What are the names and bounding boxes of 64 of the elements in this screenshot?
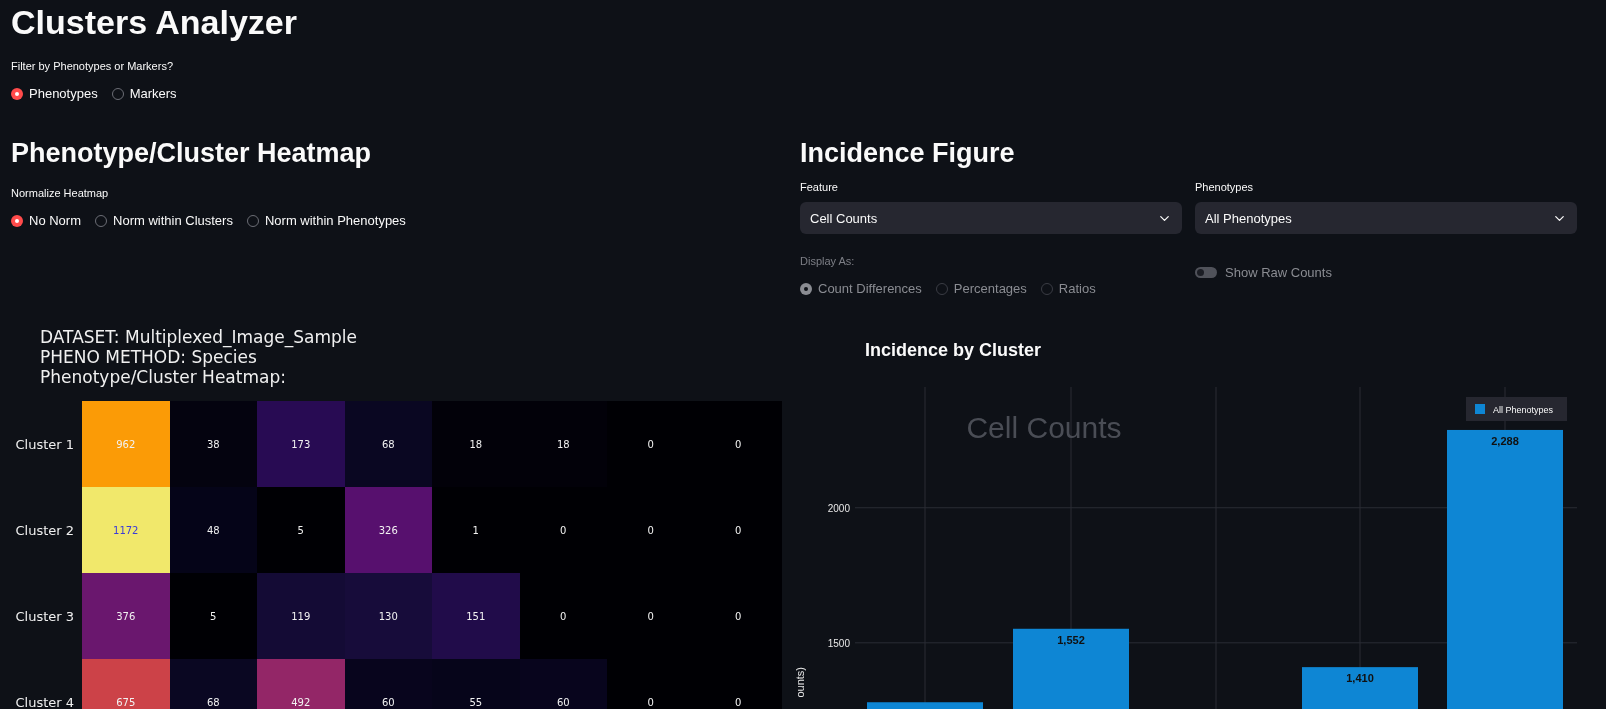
section-heading: Incidence Figure bbox=[800, 137, 1016, 170]
heatmap-cell: 60 bbox=[519, 659, 607, 709]
toggle-label: Show Raw Counts bbox=[1225, 265, 1332, 280]
row-label: Cluster 1 bbox=[15, 436, 75, 452]
heatmap-cell: 376 bbox=[82, 573, 170, 659]
row-label: Cluster 3 bbox=[15, 608, 75, 624]
heatmap-cell: 675 bbox=[82, 659, 170, 709]
heatmap-cell: 173 bbox=[257, 401, 345, 487]
heatmap-cell: 0 bbox=[694, 573, 782, 659]
heatmap-cell: 0 bbox=[694, 487, 782, 573]
heatmap-cell: 0 bbox=[694, 659, 782, 709]
y-axis-label: ounts) bbox=[794, 667, 806, 698]
heatmap-cell: 1 bbox=[432, 487, 520, 573]
heatmap-cell: 492 bbox=[257, 659, 345, 709]
radio-option[interactable]: Norm within Clusters bbox=[95, 213, 233, 228]
figure-title-line: PHENO METHOD: Species bbox=[40, 347, 257, 367]
select-label: Phenotypes bbox=[1195, 180, 1254, 194]
heatmap-cell: 130 bbox=[344, 573, 432, 659]
page-title: Clusters Analyzer bbox=[11, 2, 298, 42]
figure-title-line: Phenotype/Cluster Heatmap: bbox=[40, 367, 287, 387]
heatmap-cell: 0 bbox=[607, 573, 695, 659]
normalize-label: Normalize Heatmap bbox=[11, 186, 109, 200]
heatmap-cell: 1172 bbox=[82, 487, 170, 573]
chart-title: Incidence by Cluster bbox=[865, 340, 1042, 360]
heatmap-cell: 5 bbox=[169, 573, 257, 659]
radio-option[interactable]: No Norm bbox=[11, 213, 81, 228]
bar-value-label: 1,552 bbox=[1057, 633, 1085, 646]
legend-label[interactable]: All Phenotypes bbox=[1493, 405, 1554, 415]
figure-title-line: DATASET: Multiplexed_Image_Sample bbox=[40, 327, 358, 347]
heatmap-cell: 0 bbox=[519, 573, 607, 659]
select-field[interactable]: All Phenotypes bbox=[1195, 202, 1577, 234]
heatmap-cell: 38 bbox=[169, 401, 257, 487]
y-tick-label: 1500 bbox=[827, 637, 850, 649]
heatmap-cell: 326 bbox=[344, 487, 432, 573]
heatmap-cell: 0 bbox=[694, 401, 782, 487]
heatmap-cell: 18 bbox=[519, 401, 607, 487]
heatmap-cell: 55 bbox=[432, 659, 520, 709]
chart-annotation: Cell Counts bbox=[966, 411, 1122, 444]
heatmap-cell: 0 bbox=[519, 487, 607, 573]
section-heading: Phenotype/Cluster Heatmap bbox=[11, 137, 373, 170]
select-label: Feature bbox=[800, 180, 838, 194]
row-label: Cluster 4 bbox=[15, 694, 75, 709]
heatmap-cell: 151 bbox=[432, 573, 520, 659]
heatmap-cell: 119 bbox=[257, 573, 345, 659]
heatmap-cell: 68 bbox=[344, 401, 432, 487]
row-label: Cluster 2 bbox=[15, 522, 75, 538]
radio-option[interactable]: Markers bbox=[111, 86, 177, 101]
y-tick-label: 2000 bbox=[827, 502, 850, 514]
heatmap-cell: 0 bbox=[607, 659, 695, 709]
display-as-label: Display As: bbox=[800, 254, 855, 268]
bar-value-label: 1,410 bbox=[1346, 672, 1374, 685]
heatmap-cell: 0 bbox=[607, 401, 695, 487]
heatmap-cell: 60 bbox=[344, 659, 432, 709]
heatmap-cell: 68 bbox=[169, 659, 257, 709]
heatmap-cell: 48 bbox=[169, 487, 257, 573]
heatmap-cell: 962 bbox=[82, 401, 170, 487]
radio-option[interactable]: Norm within Phenotypes bbox=[246, 213, 406, 228]
bar-value-label: 2,288 bbox=[1491, 434, 1519, 447]
select-field[interactable]: Cell Counts bbox=[800, 202, 1182, 234]
heatmap-cell: 0 bbox=[607, 487, 695, 573]
radio-option[interactable]: Phenotypes bbox=[11, 86, 98, 101]
filter-label: Filter by Phenotypes or Markers? bbox=[11, 59, 173, 73]
heatmap-cell: 5 bbox=[257, 487, 345, 573]
heatmap-cell: 18 bbox=[432, 401, 520, 487]
